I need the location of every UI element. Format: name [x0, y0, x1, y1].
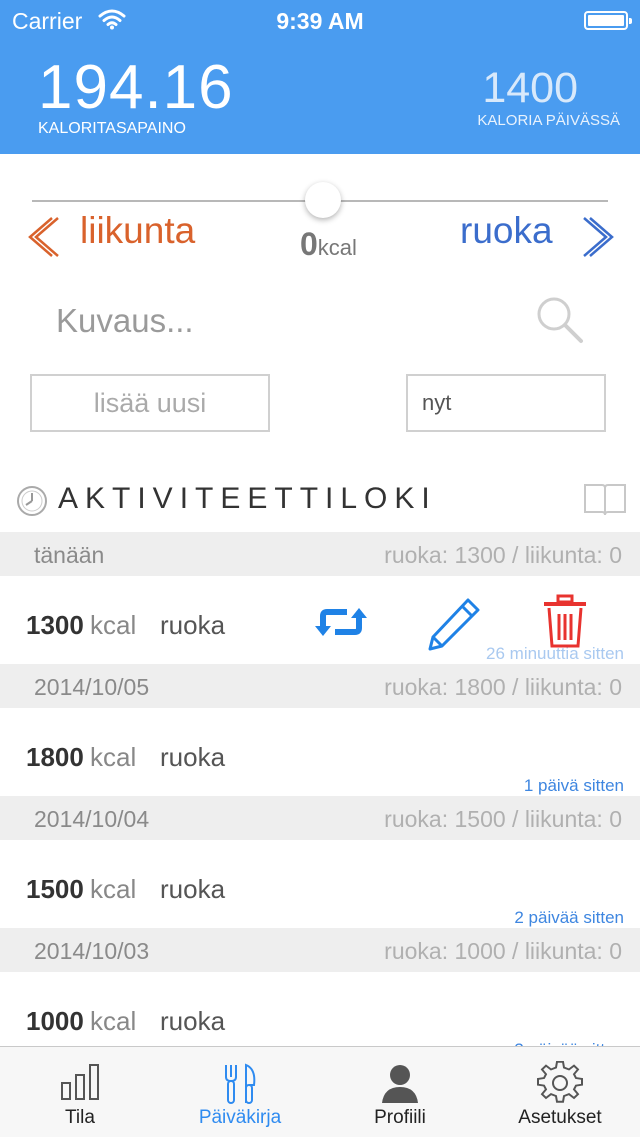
fork-knife-icon — [225, 1063, 256, 1104]
log-entry[interactable]: 1500 kcal ruoka 2 päivää sitten — [0, 840, 640, 928]
slider-value: 0kcal — [300, 226, 420, 263]
log-entry[interactable]: 1300 kcal ruoka 26 minuuttia sitten — [0, 576, 640, 664]
battery-icon — [584, 11, 632, 30]
day-header: 2014/10/05 ruoka: 1800 / liikunta: 0 — [0, 664, 640, 708]
day-date: 2014/10/03 — [34, 938, 150, 964]
tab-profiili[interactable]: Profiili — [320, 1047, 480, 1137]
entry-time-ago: 1 päivä sitten — [523, 776, 624, 795]
daily-calories-label: KALORIA PÄIVÄSSÄ — [477, 112, 620, 129]
tab-asetukset[interactable]: Asetukset — [480, 1047, 640, 1137]
entry-type: ruoka — [160, 742, 226, 772]
day-summary: ruoka: 1300 / liikunta: 0 — [384, 542, 622, 568]
day-header: tänään ruoka: 1300 / liikunta: 0 — [0, 532, 640, 576]
description-input[interactable] — [56, 302, 476, 340]
status-time: 9:39 AM — [276, 8, 364, 34]
entry-kcal-unit: kcal — [90, 742, 137, 772]
trash-icon[interactable] — [542, 594, 588, 655]
tab-tila[interactable]: Tila — [0, 1047, 160, 1137]
time-field[interactable]: nyt — [406, 374, 606, 432]
bar-chart-icon — [61, 1064, 99, 1100]
book-icon[interactable] — [582, 482, 628, 518]
search-icon[interactable] — [534, 294, 586, 346]
daily-calories-value: 1400 — [482, 64, 578, 112]
person-icon — [382, 1065, 418, 1103]
calorie-balance-label: KALORITASAPAINO — [38, 120, 186, 137]
clock-icon — [16, 485, 48, 517]
day-date: 2014/10/04 — [34, 806, 150, 832]
entry-type: ruoka — [160, 610, 226, 640]
entry-kcal-value: 1000 — [26, 1006, 84, 1036]
add-new-button[interactable]: lisää uusi — [30, 374, 270, 432]
tab-label: Päiväkirja — [198, 1107, 282, 1128]
tab-bar: Tila Päiväkirja Profiili Asetukset — [0, 1046, 640, 1137]
gear-icon — [537, 1061, 583, 1103]
edit-icon[interactable] — [426, 596, 484, 657]
chevron-right-icon[interactable] — [576, 214, 616, 260]
chevron-left-icon[interactable] — [28, 214, 68, 260]
tab-label: Asetukset — [518, 1107, 602, 1128]
day-summary: ruoka: 1500 / liikunta: 0 — [384, 806, 622, 832]
entry-kcal-unit: kcal — [90, 610, 137, 640]
slider-kcal-unit: kcal — [317, 235, 357, 260]
entry-kcal-value: 1800 — [26, 742, 84, 772]
exercise-label[interactable]: liikunta — [80, 210, 195, 252]
slider-kcal-value: 0 — [300, 226, 318, 262]
day-header: 2014/10/03 ruoka: 1000 / liikunta: 0 — [0, 928, 640, 972]
day-summary: ruoka: 1800 / liikunta: 0 — [384, 674, 622, 700]
entry-type: ruoka — [160, 874, 226, 904]
day-date: tänään — [34, 542, 105, 568]
food-label[interactable]: ruoka — [460, 210, 553, 252]
tab-paivakirja[interactable]: Päiväkirja — [160, 1047, 320, 1137]
entry-time-ago: 2 päivää sitten — [514, 908, 624, 927]
entry-kcal-unit: kcal — [90, 874, 137, 904]
repeat-icon[interactable] — [313, 602, 369, 647]
tab-label: Profiili — [374, 1107, 426, 1128]
tab-label: Tila — [65, 1107, 95, 1128]
log-entry[interactable]: 1800 kcal ruoka 1 päivä sitten — [0, 708, 640, 796]
activity-log-title: AKTIVITEETTILOKI — [58, 482, 437, 515]
day-date: 2014/10/05 — [34, 674, 150, 700]
day-summary: ruoka: 1000 / liikunta: 0 — [384, 938, 622, 964]
day-header: 2014/10/04 ruoka: 1500 / liikunta: 0 — [0, 796, 640, 840]
summary-header: Carrier 9:39 AM 194.16 KALORITASAPAINO 1… — [0, 0, 640, 154]
entry-kcal-unit: kcal — [90, 1006, 137, 1036]
entry-kcal-value: 1300 — [26, 610, 84, 640]
entry-type: ruoka — [160, 1006, 226, 1036]
calorie-slider-thumb[interactable] — [305, 182, 341, 218]
entry-kcal-value: 1500 — [26, 874, 84, 904]
calorie-balance-value: 194.16 — [38, 53, 234, 122]
